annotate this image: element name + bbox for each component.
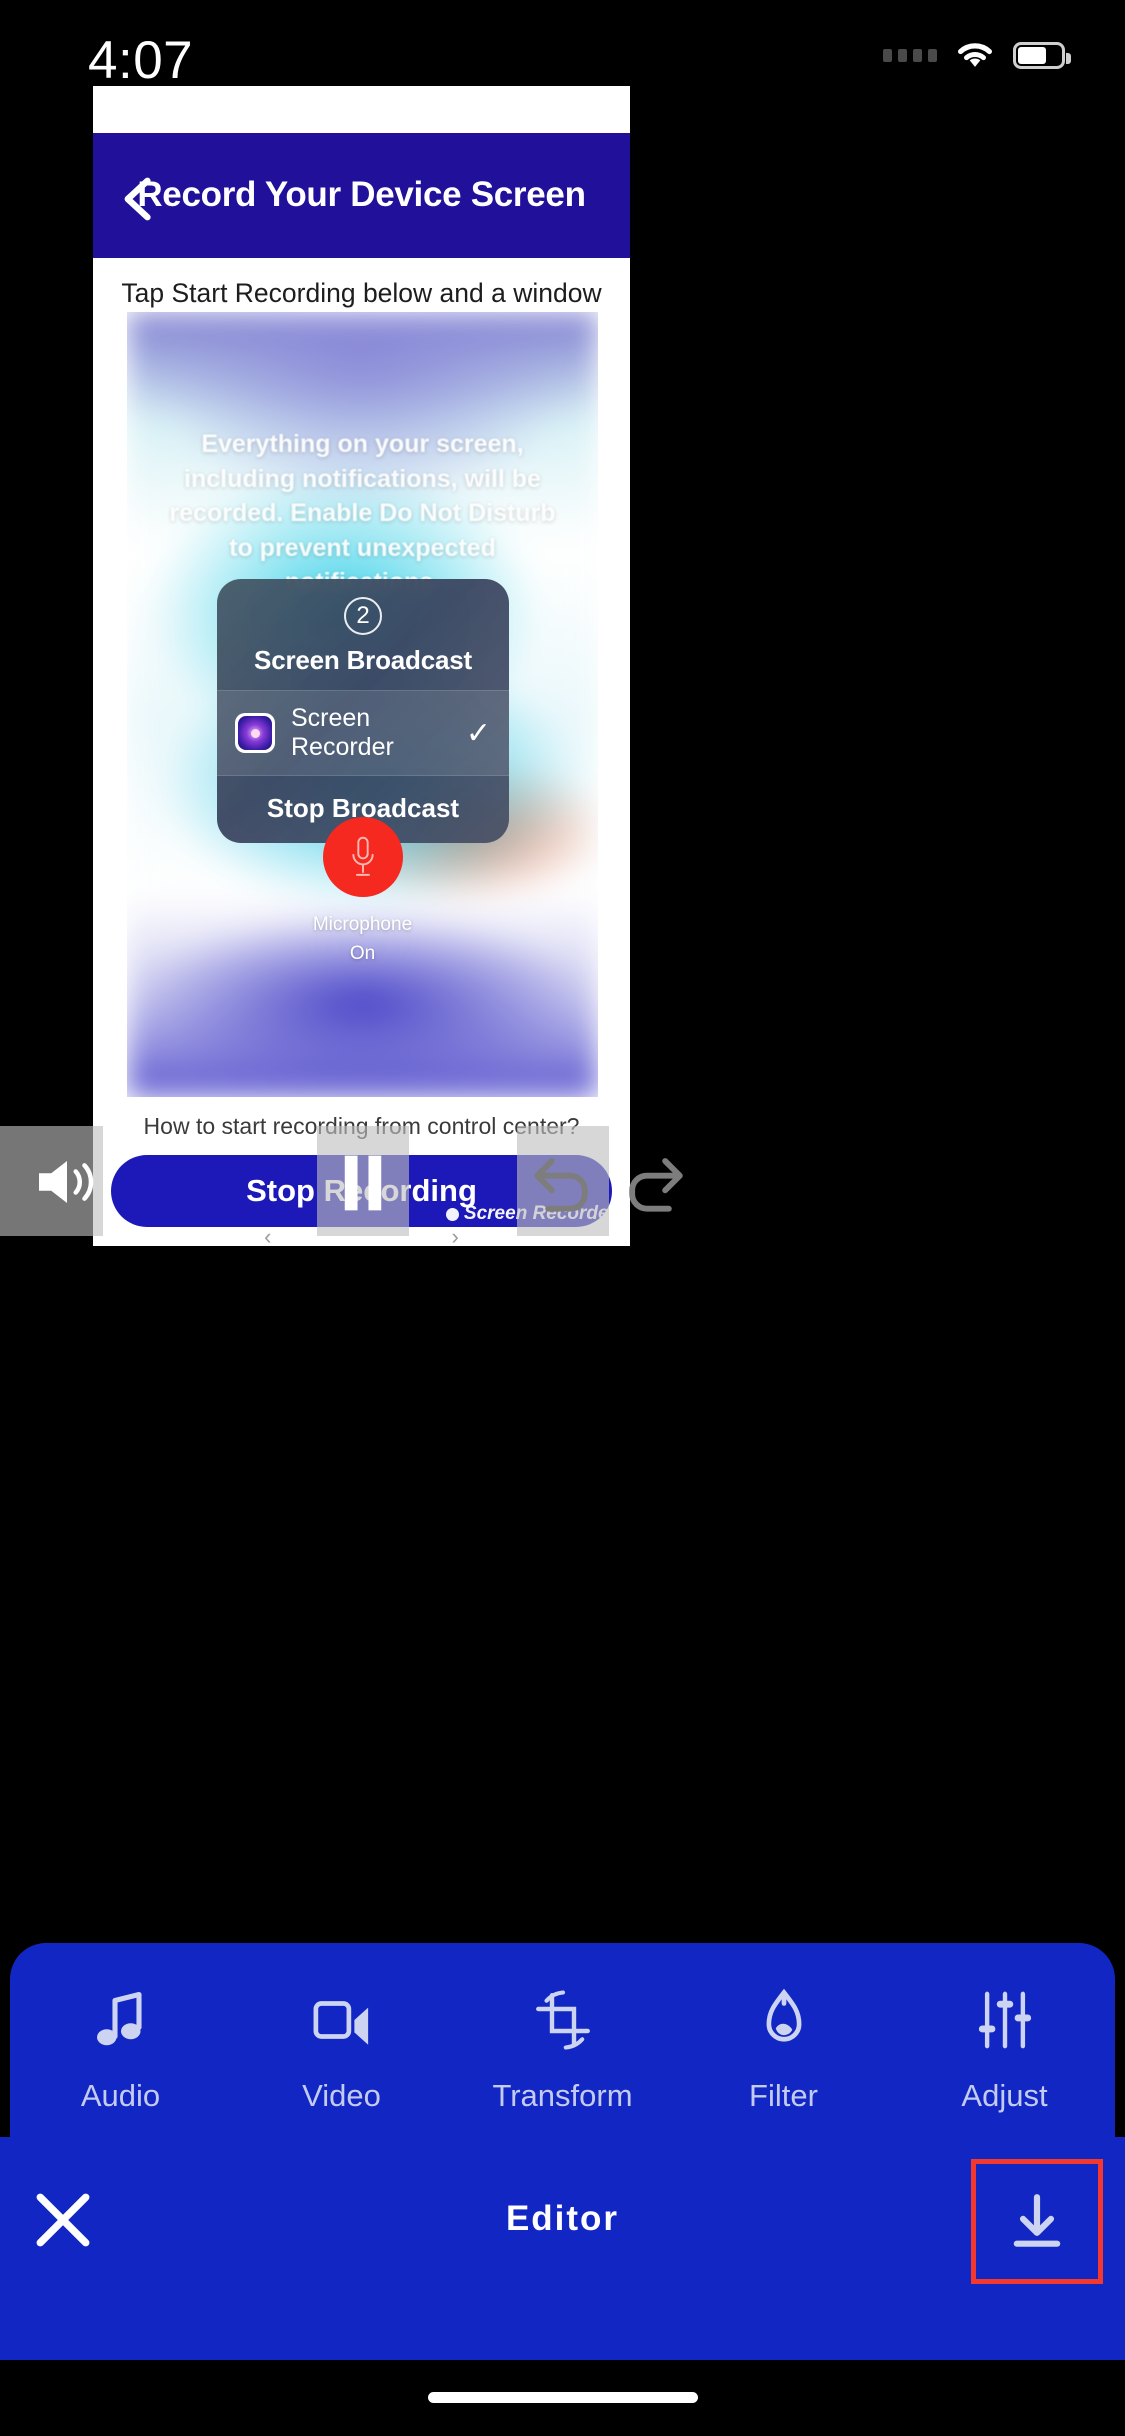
- editor-toolbar: Audio Video Transform Filter Adjust: [10, 1943, 1115, 2145]
- microphone-label: Microphone On: [127, 910, 598, 969]
- speaker-volume-icon[interactable]: [32, 1152, 102, 1212]
- video-camera-icon: [231, 1974, 452, 2066]
- undo-icon[interactable]: [525, 1150, 597, 1216]
- microphone-label-line1: Microphone: [312, 914, 413, 935]
- toolbar-item-audio[interactable]: Audio: [10, 1974, 231, 2114]
- save-export-button[interactable]: [971, 2159, 1103, 2284]
- toolbar-item-transform[interactable]: Transform: [452, 1974, 673, 2114]
- check-icon: ✓: [465, 716, 491, 750]
- toolbar-label-filter: Filter: [749, 2078, 818, 2113]
- microphone-label-line2: On: [349, 943, 376, 965]
- pause-icon[interactable]: [330, 1152, 396, 1214]
- status-bar-indicators: [883, 40, 1071, 70]
- broadcast-panel-title: Screen Broadcast: [254, 645, 472, 675]
- download-icon: [1013, 2193, 1061, 2247]
- toolbar-label-adjust: Adjust: [961, 2078, 1048, 2113]
- broadcast-panel-header: 2 Screen Broadcast: [217, 579, 509, 690]
- toolbar-item-adjust[interactable]: Adjust: [894, 1974, 1115, 2114]
- broadcast-app-name: Screen Recorder: [291, 704, 394, 761]
- phone-screen: 4:07 Record Your Device Screen Tap Start…: [0, 0, 1125, 2436]
- toolbar-item-video[interactable]: Video: [231, 1974, 452, 2114]
- screen-recorder-app-icon: [235, 713, 275, 753]
- broadcast-app-row[interactable]: Screen Recorder ✓: [217, 691, 509, 775]
- toolbar-item-filter[interactable]: Filter: [673, 1974, 894, 2114]
- microphone-toggle-button[interactable]: [322, 817, 403, 897]
- preview-app-header: Record Your Device Screen: [93, 133, 630, 258]
- sliders-icon: [894, 1974, 1115, 2066]
- wifi-icon: [958, 43, 992, 67]
- music-note-icon: [10, 1974, 231, 2066]
- preview-page-title: Record Your Device Screen: [137, 175, 586, 214]
- bottom-bar: Editor: [0, 2137, 1125, 2360]
- editor-title: Editor: [505, 2199, 620, 2238]
- step-number-badge: 2: [344, 597, 382, 635]
- signal-dots-icon: [883, 48, 937, 62]
- crop-rotate-icon: [452, 1974, 673, 2066]
- toolbar-label-audio: Audio: [80, 2078, 161, 2113]
- microphone-control: Microphone On: [127, 817, 598, 969]
- filter-droplet-icon: [673, 1974, 894, 2066]
- video-preview: Record Your Device Screen Tap Start Reco…: [93, 86, 630, 1249]
- microphone-icon: [351, 836, 374, 876]
- redo-icon[interactable]: [620, 1150, 692, 1216]
- screen-record-warning-text: Everything on your screen, including not…: [169, 430, 556, 596]
- embedded-screenshot: Everything on your screen, including not…: [127, 312, 598, 1097]
- screen-broadcast-panel: 2 Screen Broadcast Screen Recorder ✓ Sto…: [217, 579, 509, 843]
- battery-icon: [1013, 41, 1071, 69]
- home-indicator: [427, 2392, 698, 2403]
- toolbar-label-transform: Transform: [492, 2078, 633, 2113]
- toolbar-label-video: Video: [302, 2078, 381, 2113]
- status-bar-time: 4:07: [88, 31, 194, 90]
